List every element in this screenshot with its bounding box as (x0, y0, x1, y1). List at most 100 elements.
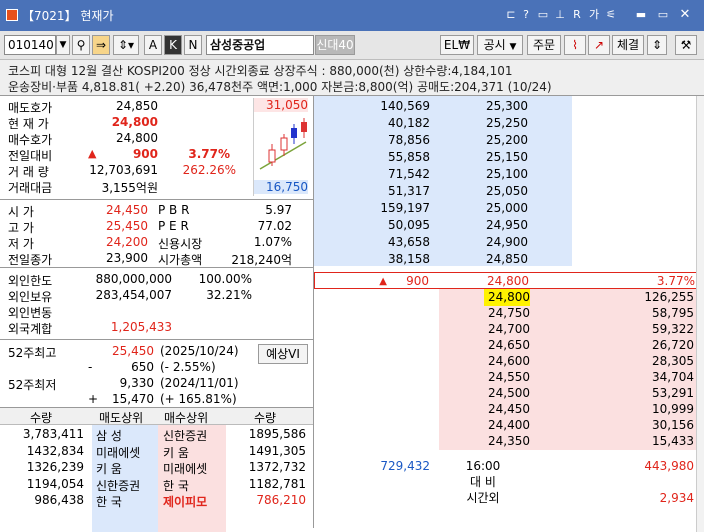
buy-qty: 1491,305 (248, 443, 306, 458)
order-button[interactable]: 주문 (527, 35, 561, 55)
week52-high-label: 52주최고 (8, 346, 57, 360)
sell-broker-name[interactable]: 키 움 (96, 460, 122, 477)
bid-price: 24,400 (488, 418, 530, 432)
ask-qty: 55,858 (388, 150, 430, 164)
week52-low-label: 52주최저 (8, 378, 57, 392)
forecast-vi-button[interactable]: 예상VI (258, 344, 308, 364)
bid-row[interactable]: 24,400 30,156 (314, 417, 697, 434)
code-dropdown-icon[interactable]: ▼ (56, 35, 70, 55)
sort-icon[interactable]: ⇕▾ (113, 35, 139, 55)
per-value: 77.02 (257, 219, 292, 233)
settings-icon[interactable]: ⚟ (604, 7, 618, 23)
refresh-icon[interactable]: R (570, 7, 584, 23)
maximize-button[interactable]: ▭ (654, 7, 672, 23)
sell-broker-name[interactable]: 신한증권 (96, 477, 140, 494)
ask-row[interactable]: 51,317 25,050 (314, 183, 697, 200)
bid-qty: 15,433 (652, 434, 694, 448)
bid-row[interactable]: 24,350 15,433 (314, 433, 697, 450)
ask-row[interactable]: 43,658 24,900 (314, 234, 697, 251)
ask-row[interactable]: 71,542 25,100 (314, 166, 697, 183)
vi-row: 대 비 (314, 474, 697, 491)
buy-broker-name[interactable]: 제이피모 (163, 493, 207, 510)
pin-icon[interactable]: ⊏ (504, 7, 518, 23)
elw-button[interactable]: EL₩ (440, 35, 474, 55)
credit-badge: 신대40 (315, 35, 355, 55)
chart-icon[interactable]: ⌇ (564, 35, 586, 55)
after-hours-row: 시간외 2,934 (314, 490, 697, 507)
font-icon[interactable]: 가 (587, 7, 601, 23)
info-line-1: 코스피 대형 12월 결산 KOSPI200 정상 시간외종료 상장주식 : 8… (8, 64, 513, 78)
quote-section: 매도호가 24,850 현 재 가 24,800 매수호가 24,800 전일대… (0, 96, 313, 200)
link-icon[interactable]: ⊥ (553, 7, 567, 23)
sell-broker-name[interactable]: 삼 성 (96, 427, 122, 444)
minimize-button[interactable]: ▬ (632, 7, 650, 23)
ask-row[interactable]: 55,858 25,150 (314, 149, 697, 166)
close-button[interactable]: ✕ (676, 7, 694, 23)
candle-sparkline (259, 118, 307, 170)
stock-name-field[interactable]: 삼성중공업 (206, 35, 314, 55)
ohlc-section: 시 가 24,450 P B R 5.97 고 가 25,450 P E R 7… (0, 200, 313, 268)
ask-row[interactable]: 40,182 25,250 (314, 115, 697, 132)
buy-broker-name[interactable]: 신한증권 (163, 427, 207, 444)
change-label: 전일대비 (8, 149, 53, 163)
sell-broker-name[interactable]: 미래에셋 (96, 444, 140, 461)
layout-icon[interactable]: ▭ (536, 7, 550, 23)
order-book: 140,569 25,300 40,182 25,250 78,856 25,200 55,… (313, 96, 697, 528)
ask-price: 25,000 (486, 201, 528, 215)
bid-row[interactable]: 24,700 59,322 (314, 321, 697, 338)
sell-qty: 986,438 (34, 493, 84, 507)
bid-row[interactable]: 24,750 58,795 (314, 305, 697, 322)
week52-high-diff-pct: (- 2.55%) (160, 360, 216, 374)
disclosure-button[interactable]: 공시 ▼ (477, 35, 523, 55)
ask-qty: 38,158 (388, 252, 430, 266)
broker-row: 1326,239 키 움 미래에셋 1372,732 (0, 460, 313, 476)
bid-price: 24,800 (484, 289, 530, 306)
app-icon (6, 9, 18, 21)
stock-code-input[interactable]: 010140 (4, 35, 56, 55)
wrench-icon[interactable]: ⚒ (675, 35, 697, 55)
buy-broker-name[interactable]: 미래에셋 (163, 460, 207, 477)
trend-icon[interactable]: ↗ (588, 35, 610, 55)
foreign-limit-value: 880,000,000 (95, 272, 172, 286)
foreign-hold-value: 283,454,007 (95, 288, 172, 302)
ask-row[interactable]: 78,856 25,200 (314, 132, 697, 149)
ask-row[interactable]: 159,197 25,000 (314, 200, 697, 217)
bid-price: 24,350 (488, 434, 530, 448)
ask-row[interactable]: 50,095 24,950 (314, 217, 697, 234)
bid-row[interactable]: 24,500 53,291 (314, 385, 697, 402)
broker-header-buy-top: 매수상위 (164, 411, 209, 425)
trades-button[interactable]: 체결 (612, 35, 644, 55)
after-hours-label: 시간외 (466, 491, 500, 505)
ask-row[interactable]: 38,158 24,850 (314, 251, 697, 268)
vertical-scrollbar[interactable] (696, 96, 704, 532)
week52-high-diff: 650 (131, 360, 154, 374)
market-cap-label: 시가총액 (158, 253, 203, 267)
ask-row[interactable]: 140,569 25,300 (314, 98, 697, 115)
sell-qty: 3,783,411 (22, 427, 84, 441)
ask-price: 25,250 (486, 116, 528, 130)
favorite-icon[interactable]: ⇒ (92, 35, 110, 55)
buy-qty: 786,210 (256, 493, 306, 507)
bid-row[interactable]: 24,550 34,704 (314, 369, 697, 386)
foreign-total-value: 1,205,433 (110, 320, 172, 334)
week52-low-date: (2024/11/01) (160, 376, 239, 390)
bid-row[interactable]: 24,800 126,255 (314, 289, 697, 306)
market-cap-value: 218,240억 (231, 253, 292, 267)
buy-broker-name[interactable]: 한 국 (163, 477, 189, 494)
font-a-button[interactable]: A (144, 35, 162, 55)
bid-qty: 26,720 (652, 338, 694, 352)
help-icon[interactable]: ? (520, 7, 532, 23)
ask-price: 25,050 (486, 184, 528, 198)
bid-row[interactable]: 24,600 28,305 (314, 353, 697, 370)
buy-broker-name[interactable]: 키 움 (163, 444, 189, 461)
bid-row[interactable]: 24,650 26,720 (314, 337, 697, 354)
font-k-button[interactable]: K (164, 35, 182, 55)
info-line-2: 운송장비·부품 4,818.81( +2.20) 36,478천주 액면:1,0… (8, 80, 552, 94)
search-icon[interactable]: ⚲ (72, 35, 90, 55)
font-n-button[interactable]: N (184, 35, 202, 55)
sell-broker-name[interactable]: 한 국 (96, 493, 122, 510)
current-price-row[interactable]: ▲ 900 24,800 3.77% (314, 272, 697, 289)
bid-row[interactable]: 24,450 10,999 (314, 401, 697, 418)
reorder-icon[interactable]: ⇕ (647, 35, 667, 55)
buy-qty: 1182,781 (248, 476, 306, 491)
